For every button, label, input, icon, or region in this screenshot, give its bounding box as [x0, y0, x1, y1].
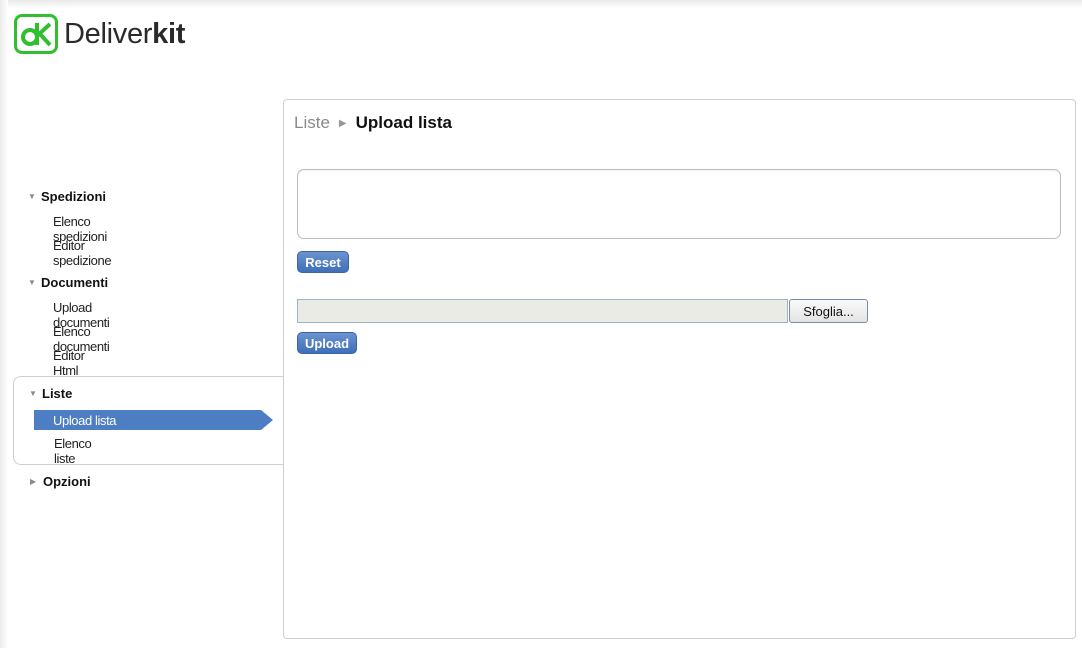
- sidebar-item-editor-html[interactable]: Editor Html: [53, 348, 85, 378]
- section-label: Documenti: [41, 275, 109, 290]
- breadcrumb-parent-link[interactable]: Liste: [294, 113, 330, 133]
- logo-text-light: Deliver: [64, 17, 153, 50]
- collapse-arrow-icon: ▶: [30, 477, 37, 486]
- sidebar-section-opzioni[interactable]: ▶ Opzioni: [30, 474, 91, 489]
- deliverkit-logo-icon: [14, 14, 58, 54]
- breadcrumb: Liste ▶ Upload lista: [294, 113, 452, 133]
- sidebar-item-upload-lista[interactable]: Upload lista: [34, 410, 261, 430]
- app-logo: Deliverkit: [14, 14, 185, 54]
- section-label: Opzioni: [43, 474, 91, 489]
- section-label: Spedizioni: [41, 189, 106, 204]
- window-left-edge: [0, 0, 8, 648]
- window-top-edge: [0, 0, 1082, 8]
- upload-button[interactable]: Upload: [297, 332, 357, 354]
- sidebar-item-elenco-liste[interactable]: Elenco liste: [54, 436, 92, 466]
- file-path-input[interactable]: [297, 299, 788, 323]
- expand-arrow-icon: ▼: [28, 192, 36, 201]
- sidebar-section-liste[interactable]: ▼ Liste: [29, 386, 72, 401]
- active-item-pointer: [261, 410, 273, 430]
- browse-button[interactable]: Sfoglia...: [789, 299, 868, 323]
- main-content-panel: Liste ▶ Upload lista Reset Sfoglia... Up…: [283, 99, 1076, 639]
- sidebar-section-documenti[interactable]: ▼ Documenti: [28, 275, 108, 290]
- page-title: Upload lista: [355, 113, 452, 132]
- sidebar-item-editor-spedizione[interactable]: Editor spedizione: [53, 238, 112, 268]
- sidebar-item-label: Upload lista: [53, 412, 117, 428]
- expand-arrow-icon: ▼: [28, 278, 36, 287]
- list-text-area[interactable]: [297, 169, 1061, 239]
- section-label: Liste: [42, 386, 73, 401]
- reset-button[interactable]: Reset: [297, 251, 349, 273]
- sidebar-section-spedizioni[interactable]: ▼ Spedizioni: [28, 189, 106, 204]
- breadcrumb-separator-icon: ▶: [338, 117, 347, 129]
- logo-text-bold: kit: [152, 17, 186, 50]
- expand-arrow-icon: ▼: [29, 389, 37, 398]
- logo-text: Deliverkit: [64, 18, 185, 51]
